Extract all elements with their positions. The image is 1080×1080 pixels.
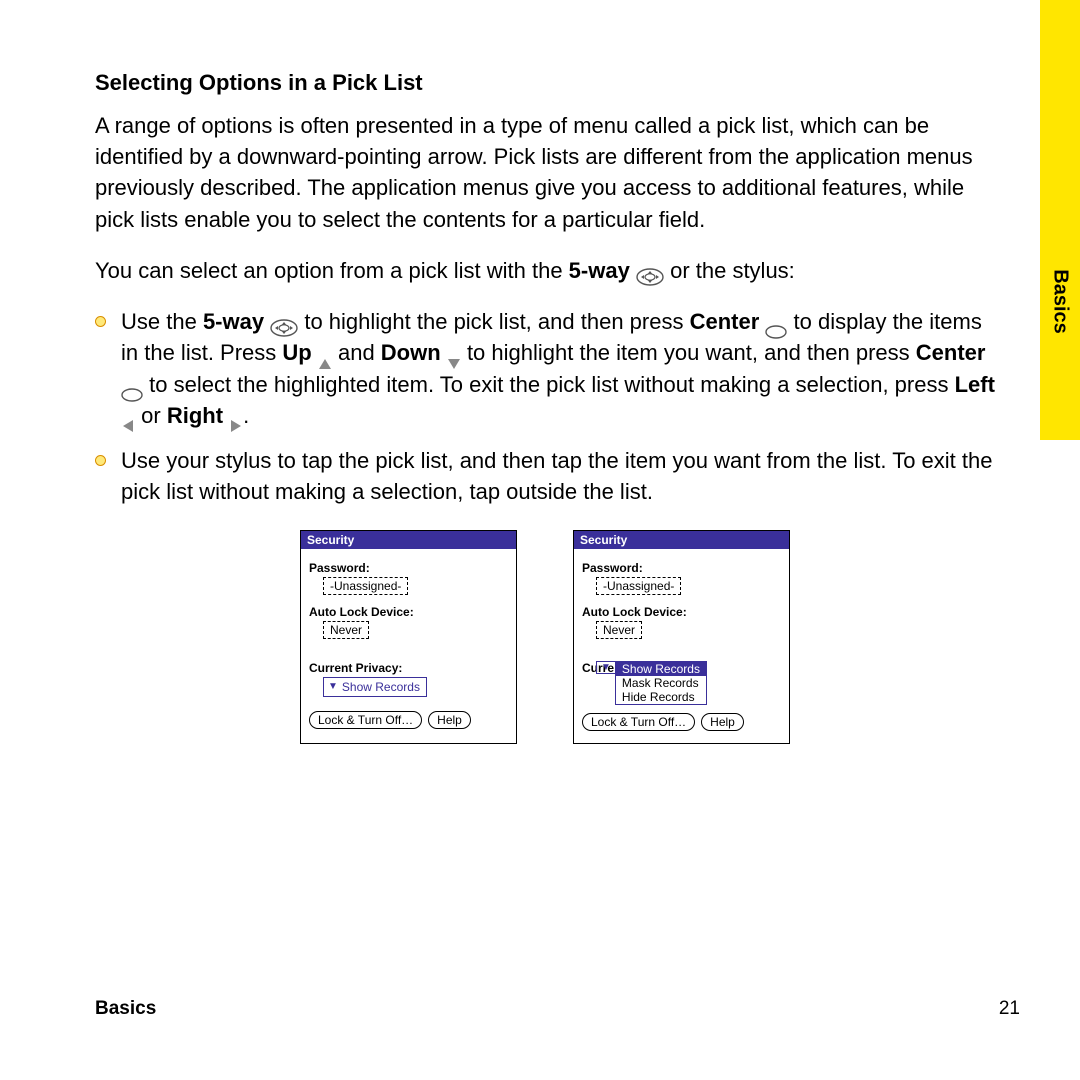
chevron-down-icon: ▼ — [328, 682, 338, 692]
bold: Center — [690, 309, 760, 334]
text: Use the — [121, 309, 203, 334]
bullet-list: Use the 5-way to highlight the pick list… — [95, 306, 995, 507]
intro-para: A range of options is often presented in… — [95, 110, 995, 235]
password-label: Password: — [582, 561, 781, 575]
picklist-option[interactable]: Hide Records — [616, 690, 706, 704]
privacy-label: Current Privacy: — [309, 661, 508, 675]
text: or the stylus: — [670, 258, 795, 283]
list-item: Use the 5-way to highlight the pick list… — [95, 306, 995, 431]
footer-section: Basics — [95, 998, 156, 1020]
palm-security-open: Security Password: -Unassigned- Auto Loc… — [573, 530, 790, 744]
manual-page: Basics Selecting Options in a Pick List … — [0, 0, 1080, 1080]
password-value[interactable]: -Unassigned- — [323, 577, 408, 595]
password-label: Password: — [309, 561, 508, 575]
autolock-value[interactable]: Never — [596, 621, 642, 639]
list-item: Use your stylus to tap the pick list, an… — [95, 445, 995, 507]
privacy-picklist-open[interactable]: ▼ Show Records Mask Records Hide Records — [596, 661, 781, 705]
picklist-option-selected[interactable]: Show Records — [616, 662, 706, 676]
text: . — [243, 403, 249, 428]
autolock-label: Auto Lock Device: — [309, 605, 508, 619]
text: and — [338, 340, 381, 365]
section-heading: Selecting Options in a Pick List — [95, 70, 995, 96]
bold: Down — [381, 340, 441, 365]
window-title: Security — [301, 531, 516, 549]
privacy-picklist[interactable]: ▼ Show Records — [323, 677, 427, 697]
palm-security-closed: Security Password: -Unassigned- Auto Loc… — [300, 530, 517, 744]
window-body: Password: -Unassigned- Auto Lock Device:… — [574, 549, 789, 743]
side-tab: Basics — [1040, 0, 1080, 440]
footer-page-number: 21 — [999, 998, 1020, 1020]
screenshot-row: Security Password: -Unassigned- Auto Loc… — [95, 530, 995, 744]
password-value[interactable]: -Unassigned- — [596, 577, 681, 595]
button-row: Lock & Turn Off… Help — [582, 713, 781, 731]
right-arrow-icon — [229, 410, 243, 424]
five-way-navigator-icon — [636, 263, 664, 281]
page-footer: Basics 21 — [95, 998, 1020, 1020]
help-button[interactable]: Help — [701, 713, 744, 731]
text: to highlight the pick list, and then pre… — [304, 309, 689, 334]
text: to highlight the item you want, and then… — [467, 340, 916, 365]
bold: Right — [167, 403, 223, 428]
side-tab-label: Basics — [1049, 269, 1072, 334]
text: or — [141, 403, 167, 428]
autolock-label: Auto Lock Device: — [582, 605, 781, 619]
center-button-icon — [765, 316, 787, 330]
center-button-icon — [121, 379, 143, 393]
bold: Left — [955, 372, 995, 397]
picklist-value: Show Records — [342, 680, 420, 694]
button-row: Lock & Turn Off… Help — [309, 711, 508, 729]
down-arrow-icon — [447, 348, 461, 362]
bold: Center — [916, 340, 986, 365]
main-content: Selecting Options in a Pick List A range… — [0, 0, 1055, 744]
lock-turn-off-button[interactable]: Lock & Turn Off… — [582, 713, 695, 731]
left-arrow-icon — [121, 410, 135, 424]
bold-5way: 5-way — [569, 258, 630, 283]
picklist-option[interactable]: Mask Records — [616, 676, 706, 690]
five-way-navigator-icon — [270, 314, 298, 332]
bold: Up — [282, 340, 311, 365]
window-body: Password: -Unassigned- Auto Lock Device:… — [301, 549, 516, 741]
text: to select the highlighted item. To exit … — [149, 372, 954, 397]
chevron-down-icon: ▼ — [596, 661, 616, 674]
bold: 5-way — [203, 309, 264, 334]
help-button[interactable]: Help — [428, 711, 471, 729]
up-arrow-icon — [318, 348, 332, 362]
window-title: Security — [574, 531, 789, 549]
lead-para: You can select an option from a pick lis… — [95, 255, 995, 286]
autolock-value[interactable]: Never — [323, 621, 369, 639]
text: You can select an option from a pick lis… — [95, 258, 569, 283]
lock-turn-off-button[interactable]: Lock & Turn Off… — [309, 711, 422, 729]
